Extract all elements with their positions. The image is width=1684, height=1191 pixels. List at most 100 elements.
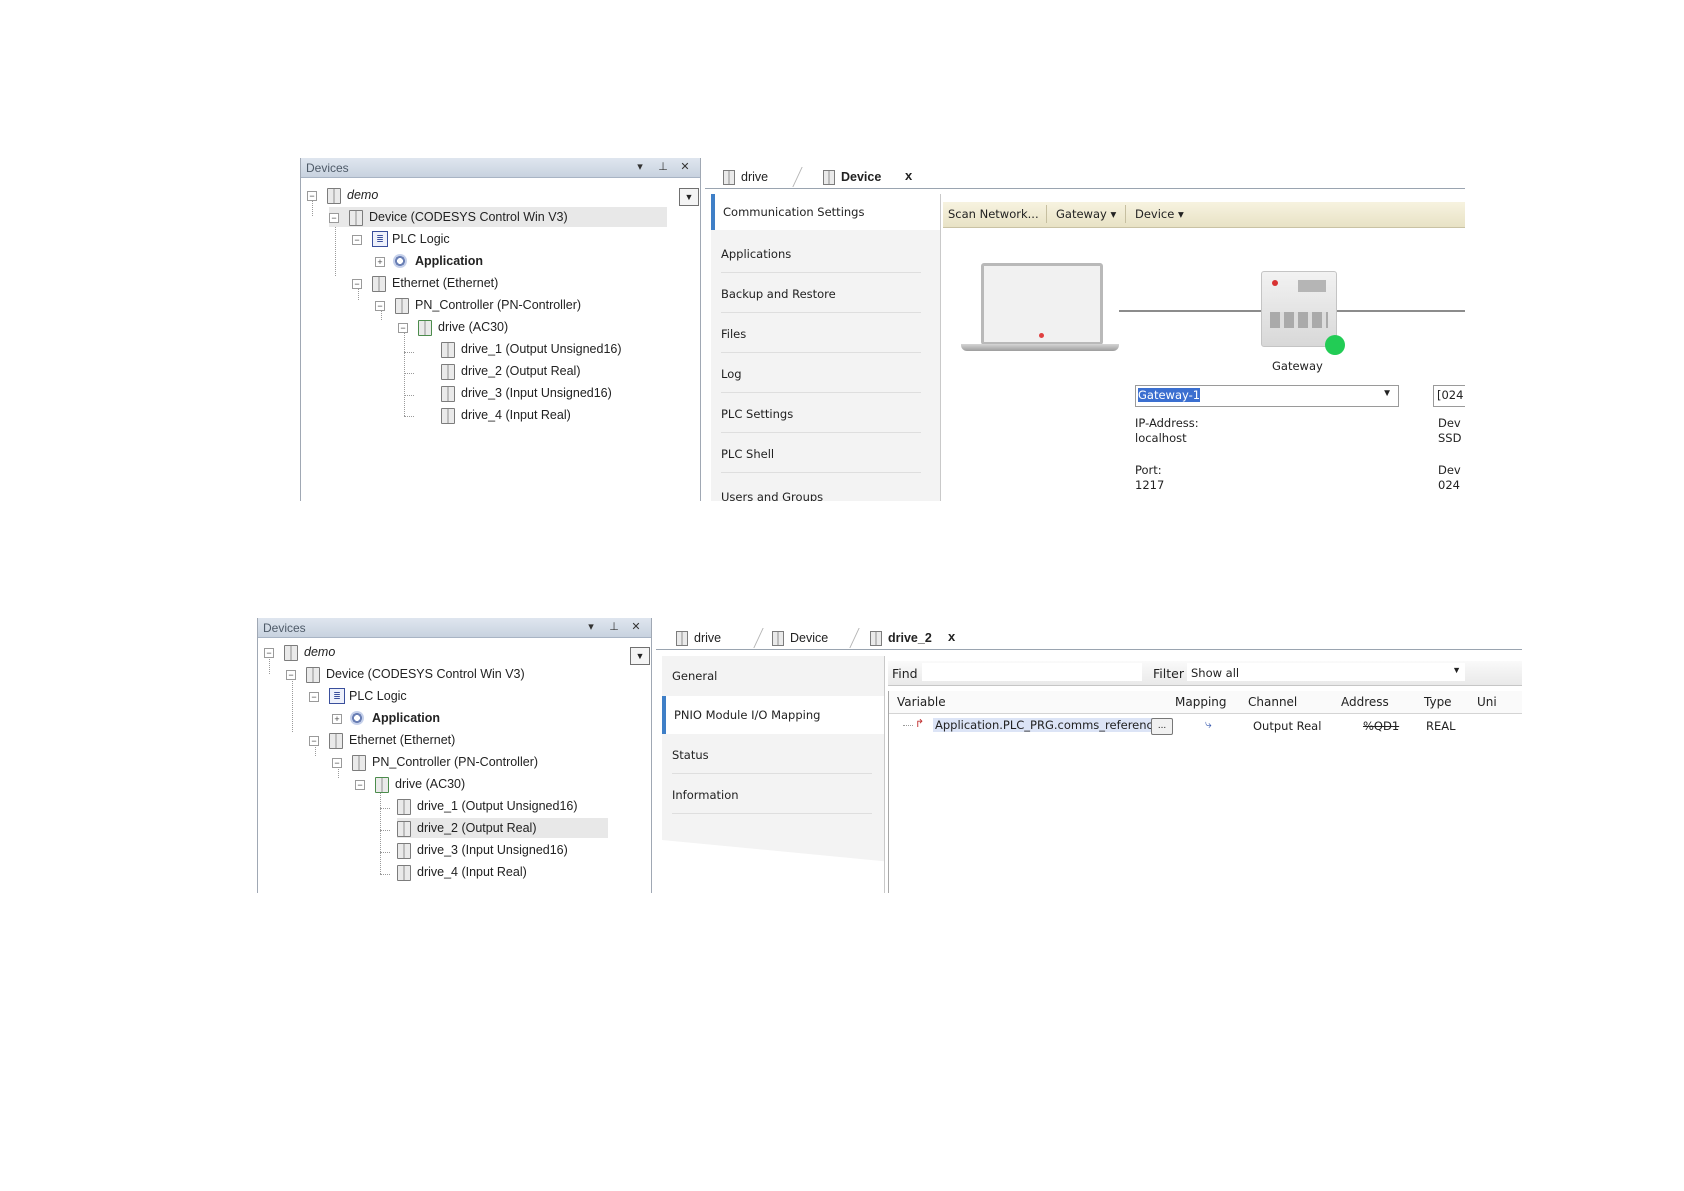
browse-button[interactable]: ... <box>1151 718 1173 735</box>
tree-item-label: drive_1 (Output Unsigned16) <box>461 342 622 356</box>
find-filter-bar: Find Filter Show all ▼ <box>888 661 1522 686</box>
collapse-icon[interactable]: − <box>352 235 362 245</box>
toolbar-separator <box>1046 205 1047 223</box>
column-header-mapping[interactable]: Mapping <box>1175 695 1227 709</box>
module-icon <box>441 386 455 402</box>
devices-panel: Devices ▾ ⊥ ✕ ▼ − demo − Device (CODESYS… <box>257 618 652 893</box>
ethernet-icon <box>372 276 386 292</box>
gateway-menu-button[interactable]: Gateway ▾ <box>1056 207 1116 221</box>
filter-select[interactable]: Show all ▼ <box>1187 663 1465 681</box>
collapse-icon[interactable]: − <box>286 670 296 680</box>
column-header-channel[interactable]: Channel <box>1248 695 1297 709</box>
panel-menu-icon[interactable]: ▾ <box>633 160 647 174</box>
screenshot-bottom: Devices ▾ ⊥ ✕ ▼ − demo − Device (CODESYS… <box>257 618 1522 893</box>
module-icon <box>441 364 455 380</box>
tree-line <box>404 416 414 417</box>
tree-dropdown-button[interactable]: ▼ <box>679 188 699 206</box>
tree-line <box>292 674 293 732</box>
pin-icon[interactable]: ⊥ <box>656 160 670 174</box>
collapse-icon[interactable]: − <box>309 692 319 702</box>
gateway-device-icon <box>1261 271 1337 347</box>
menu-item-plc-settings[interactable]: PLC Settings <box>721 407 793 421</box>
project-icon <box>327 188 341 204</box>
menu-divider <box>672 813 872 814</box>
device-select[interactable]: [024 <box>1433 385 1465 407</box>
close-icon[interactable]: ✕ <box>629 620 643 634</box>
menu-item-label: Communication Settings <box>723 205 865 219</box>
find-input[interactable] <box>922 663 1142 681</box>
column-header-variable[interactable]: Variable <box>897 695 946 709</box>
tree-line <box>380 874 390 875</box>
collapse-icon[interactable]: − <box>264 648 274 658</box>
devices-panel: Devices ▾ ⊥ ✕ ▼ − demo − Device (CODESYS… <box>300 158 701 501</box>
channel-cell: Output Real <box>1253 719 1322 733</box>
collapse-icon[interactable]: − <box>352 279 362 289</box>
menu-item-label: PNIO Module I/O Mapping <box>674 708 821 722</box>
tree-item-label: PN_Controller (PN-Controller) <box>372 755 539 769</box>
tab-close-icon[interactable]: x <box>905 166 912 186</box>
menu-item-information[interactable]: Information <box>672 788 739 802</box>
collapse-icon[interactable]: − <box>355 780 365 790</box>
tab-drive-2[interactable]: drive_2 x <box>864 628 988 648</box>
menu-item-status[interactable]: Status <box>672 748 709 762</box>
menu-item-log[interactable]: Log <box>721 367 742 381</box>
tree-item-device[interactable]: − Device (CODESYS Control Win V3) <box>329 207 667 227</box>
module-icon <box>397 843 411 859</box>
menu-item-backup-restore[interactable]: Backup and Restore <box>721 287 836 301</box>
close-icon[interactable]: ✕ <box>678 160 692 174</box>
pin-icon[interactable]: ⊥ <box>607 620 621 634</box>
module-icon <box>441 408 455 424</box>
grid-header-row: Variable Mapping Channel Address Type Un… <box>889 691 1522 714</box>
tab-label: Device <box>790 631 829 645</box>
column-header-type[interactable]: Type <box>1424 695 1452 709</box>
module-icon <box>870 631 882 646</box>
device-menu-button[interactable]: Device ▾ <box>1135 207 1184 221</box>
tree-line <box>380 852 390 853</box>
expand-icon[interactable]: + <box>332 714 342 724</box>
device-info-label: Dev <box>1438 463 1461 477</box>
comm-toolbar: Scan Network... Gateway ▾ Device ▾ <box>943 202 1465 228</box>
variable-cell[interactable]: Application.PLC_PRG.comms_reference <box>933 718 1162 732</box>
tree-item-label: Application <box>415 254 484 268</box>
collapse-icon[interactable]: − <box>307 191 317 201</box>
tab-close-icon[interactable]: x <box>948 627 955 647</box>
gateway-select[interactable]: Gateway-1 ▼ <box>1135 385 1399 407</box>
table-row[interactable]: ↱ Application.PLC_PRG.comms_reference ..… <box>889 714 1522 736</box>
collapse-icon[interactable]: − <box>398 323 408 333</box>
tree-dropdown-button[interactable]: ▼ <box>630 647 650 665</box>
tree-line <box>903 725 913 726</box>
menu-divider <box>721 392 921 393</box>
column-header-unit[interactable]: Uni <box>1477 695 1497 709</box>
chevron-down-icon: ▼ <box>1382 388 1392 399</box>
drive-icon <box>676 631 688 646</box>
menu-item-general[interactable]: General <box>672 669 717 683</box>
device-menu-label: Device <box>1135 207 1175 221</box>
menu-item-plc-shell[interactable]: PLC Shell <box>721 447 774 461</box>
collapse-icon[interactable]: − <box>329 213 339 223</box>
panel-menu-icon[interactable]: ▾ <box>584 620 598 634</box>
tree-item-label: drive_2 (Output Real) <box>417 821 537 835</box>
device-info-value: 024 <box>1438 478 1460 492</box>
project-icon <box>284 645 298 661</box>
expand-icon[interactable]: + <box>375 257 385 267</box>
collapse-icon[interactable]: − <box>375 301 385 311</box>
tree-item-label: drive (AC30) <box>395 777 466 791</box>
menu-item-communication-settings[interactable]: Communication Settings <box>711 194 940 230</box>
menu-item-files[interactable]: Files <box>721 327 746 341</box>
io-mapping-grid: Variable Mapping Channel Address Type Un… <box>888 691 1522 893</box>
tree-item-label: demo <box>304 645 336 659</box>
tree-item-label: Device (CODESYS Control Win V3) <box>326 667 525 681</box>
collapse-icon[interactable]: − <box>309 736 319 746</box>
tree-item-label: drive_1 (Output Unsigned16) <box>417 799 578 813</box>
tree-item-drive-2[interactable]: drive_2 (Output Real) <box>397 818 608 838</box>
scan-network-button[interactable]: Scan Network... <box>948 207 1039 221</box>
column-header-address[interactable]: Address <box>1341 695 1389 709</box>
mapping-icon: ⤷ <box>1205 717 1212 731</box>
tab-drive[interactable]: drive <box>670 628 764 648</box>
menu-item-users-groups[interactable]: Users and Groups <box>721 490 823 501</box>
collapse-icon[interactable]: − <box>332 758 342 768</box>
tab-device[interactable]: Device x <box>817 167 941 187</box>
ethernet-icon <box>329 733 343 749</box>
menu-item-pnio-io-mapping[interactable]: PNIO Module I/O Mapping <box>662 696 884 734</box>
menu-item-applications[interactable]: Applications <box>721 247 791 261</box>
